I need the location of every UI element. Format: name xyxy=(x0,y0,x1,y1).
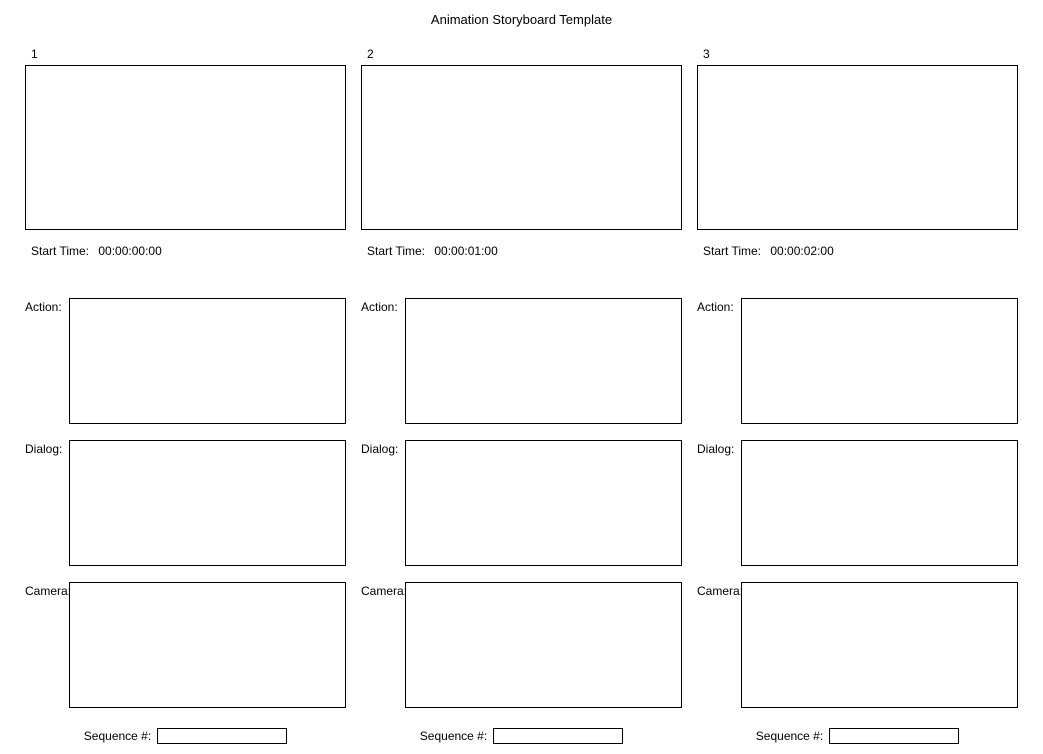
action-input[interactable] xyxy=(741,298,1018,424)
camera-row: Camera: xyxy=(361,582,682,708)
action-row: Action: xyxy=(697,298,1018,424)
dialog-row: Dialog: xyxy=(697,440,1018,566)
action-row: Action: xyxy=(25,298,346,424)
panel-frame-input[interactable] xyxy=(361,65,682,230)
start-time-label: Start Time: xyxy=(31,244,89,258)
panel-frame-input[interactable] xyxy=(25,65,346,230)
start-time-label: Start Time: xyxy=(703,244,761,258)
panel-number: 2 xyxy=(367,47,682,61)
storyboard-column-3: 3 Start Time: 00:00:02:00 Action: Dialog… xyxy=(697,47,1018,744)
panel-number: 1 xyxy=(31,47,346,61)
page-title: Animation Storyboard Template xyxy=(10,12,1033,27)
dialog-input[interactable] xyxy=(69,440,346,566)
sequence-row: Sequence #: xyxy=(697,728,1018,744)
sequence-input[interactable] xyxy=(829,728,959,744)
dialog-input[interactable] xyxy=(741,440,1018,566)
sequence-row: Sequence #: xyxy=(25,728,346,744)
camera-input[interactable] xyxy=(69,582,346,708)
camera-input[interactable] xyxy=(741,582,1018,708)
camera-label: Camera: xyxy=(697,582,741,598)
storyboard-column-1: 1 Start Time: 00:00:00:00 Action: Dialog… xyxy=(25,47,346,744)
camera-label: Camera: xyxy=(25,582,69,598)
sequence-label: Sequence #: xyxy=(756,729,823,743)
camera-row: Camera: xyxy=(697,582,1018,708)
action-input[interactable] xyxy=(405,298,682,424)
sequence-label: Sequence #: xyxy=(420,729,487,743)
dialog-row: Dialog: xyxy=(361,440,682,566)
dialog-input[interactable] xyxy=(405,440,682,566)
start-time-row: Start Time: 00:00:02:00 xyxy=(703,244,1018,258)
dialog-label: Dialog: xyxy=(25,440,69,456)
dialog-label: Dialog: xyxy=(361,440,405,456)
sequence-row: Sequence #: xyxy=(361,728,682,744)
action-label: Action: xyxy=(25,298,69,314)
start-time-value: 00:00:02:00 xyxy=(770,244,833,258)
action-input[interactable] xyxy=(69,298,346,424)
action-label: Action: xyxy=(361,298,405,314)
action-label: Action: xyxy=(697,298,741,314)
storyboard-columns: 1 Start Time: 00:00:00:00 Action: Dialog… xyxy=(10,47,1033,744)
camera-row: Camera: xyxy=(25,582,346,708)
panel-number: 3 xyxy=(703,47,1018,61)
dialog-label: Dialog: xyxy=(697,440,741,456)
action-row: Action: xyxy=(361,298,682,424)
panel-frame-input[interactable] xyxy=(697,65,1018,230)
storyboard-column-2: 2 Start Time: 00:00:01:00 Action: Dialog… xyxy=(361,47,682,744)
camera-input[interactable] xyxy=(405,582,682,708)
start-time-value: 00:00:00:00 xyxy=(98,244,161,258)
camera-label: Camera: xyxy=(361,582,405,598)
start-time-value: 00:00:01:00 xyxy=(434,244,497,258)
dialog-row: Dialog: xyxy=(25,440,346,566)
start-time-label: Start Time: xyxy=(367,244,425,258)
start-time-row: Start Time: 00:00:01:00 xyxy=(367,244,682,258)
start-time-row: Start Time: 00:00:00:00 xyxy=(31,244,346,258)
sequence-label: Sequence #: xyxy=(84,729,151,743)
sequence-input[interactable] xyxy=(493,728,623,744)
sequence-input[interactable] xyxy=(157,728,287,744)
